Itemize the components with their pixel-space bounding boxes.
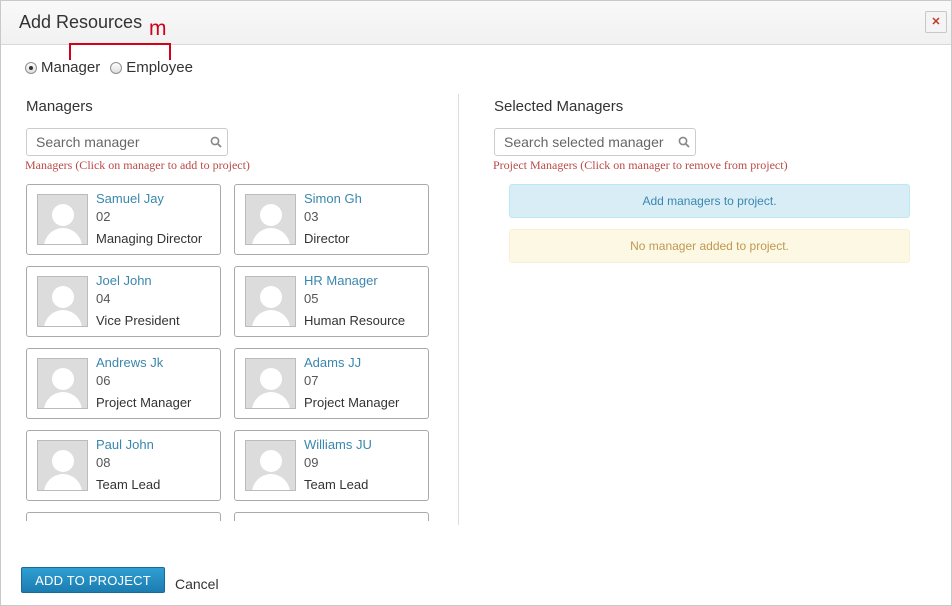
manager-role: Human Resource [304, 313, 406, 328]
manager-role: Managing Director [96, 231, 203, 246]
managers-heading: Managers [26, 98, 93, 115]
avatar [37, 358, 88, 409]
manager-name[interactable]: HR Manager [304, 273, 378, 288]
manager-name[interactable]: Adams JJ [304, 355, 361, 370]
radio-employee[interactable] [110, 61, 123, 74]
manager-code: 04 [96, 291, 111, 306]
manager-code: 03 [304, 209, 319, 224]
dialog-title: Add Resources [19, 12, 143, 32]
add-resources-dialog: Add Resources m ✕ Manager Employee Manag… [0, 0, 952, 606]
avatar [245, 276, 296, 327]
manager-code: 02 [96, 209, 111, 224]
radio-manager-label: Manager [41, 59, 101, 76]
manager-role: Project Manager [96, 395, 192, 410]
avatar [245, 194, 296, 245]
search-icon[interactable] [673, 136, 695, 148]
manager-card[interactable]: Simon Gh 03 Director [234, 184, 429, 255]
avatar [37, 276, 88, 327]
manager-code: 09 [304, 455, 319, 470]
manager-search-input[interactable] [27, 133, 205, 151]
manager-code: 05 [304, 291, 319, 306]
info-alert: Add managers to project. [509, 184, 910, 218]
manager-role: Director [304, 231, 350, 246]
manager-role: Project Manager [304, 395, 400, 410]
manager-role: Vice President [96, 313, 180, 328]
add-to-project-button[interactable]: ADD TO PROJECT [21, 567, 165, 593]
manager-code: 07 [304, 373, 319, 388]
manager-card[interactable]: Samuel Jay 02 Managing Director [26, 184, 221, 255]
avatar [245, 440, 296, 491]
annotation-letter: m [149, 17, 167, 40]
manager-code: 06 [96, 373, 111, 388]
panel-divider [458, 94, 459, 525]
manager-name[interactable]: Andrews Jk [96, 355, 163, 370]
close-icon: ✕ [931, 15, 941, 28]
resource-type-radio-group: Manager Employee [25, 59, 203, 76]
cancel-button[interactable]: Cancel [175, 576, 219, 592]
manager-name[interactable]: Williams JU [304, 437, 372, 452]
manager-role: Team Lead [304, 477, 369, 492]
avatar [37, 440, 88, 491]
radio-option-manager[interactable]: Manager [25, 59, 100, 76]
empty-alert: No manager added to project. [509, 229, 910, 263]
search-icon[interactable] [205, 136, 227, 148]
manager-card[interactable]: Williams JU 09 Team Lead [234, 430, 429, 501]
managers-list: Samuel Jay 02 Managing Director Simon Gh… [25, 183, 445, 521]
manager-card[interactable]: Joel John 04 Vice President [26, 266, 221, 337]
avatar [245, 358, 296, 409]
annotation-bracket [69, 43, 171, 60]
manager-search-box [26, 128, 228, 156]
manager-card[interactable] [26, 512, 221, 521]
selected-managers-hint: Project Managers (Click on manager to re… [493, 158, 788, 172]
manager-card[interactable] [234, 512, 429, 521]
manager-role: Team Lead [96, 477, 161, 492]
manager-name[interactable]: Paul John [96, 437, 154, 452]
radio-manager[interactable] [25, 61, 37, 74]
radio-employee-label: Employee [126, 59, 193, 76]
manager-card[interactable]: Paul John 08 Team Lead [26, 430, 221, 501]
selected-managers-heading: Selected Managers [494, 98, 624, 115]
selected-manager-search-box [494, 128, 696, 156]
manager-name[interactable]: Joel John [96, 273, 152, 288]
manager-name[interactable]: Simon Gh [304, 191, 362, 206]
selected-manager-search-input[interactable] [495, 133, 673, 151]
managers-hint: Managers (Click on manager to add to pro… [25, 158, 250, 172]
manager-code: 08 [96, 455, 111, 470]
manager-card[interactable]: HR Manager 05 Human Resource [234, 266, 429, 337]
close-button[interactable]: ✕ [925, 11, 947, 33]
manager-card[interactable]: Adams JJ 07 Project Manager [234, 348, 429, 419]
manager-name[interactable]: Samuel Jay [96, 191, 164, 206]
radio-option-employee[interactable]: Employee [110, 59, 193, 76]
manager-card[interactable]: Andrews Jk 06 Project Manager [26, 348, 221, 419]
dialog-header: Add Resources m ✕ [1, 1, 951, 45]
avatar [37, 194, 88, 245]
